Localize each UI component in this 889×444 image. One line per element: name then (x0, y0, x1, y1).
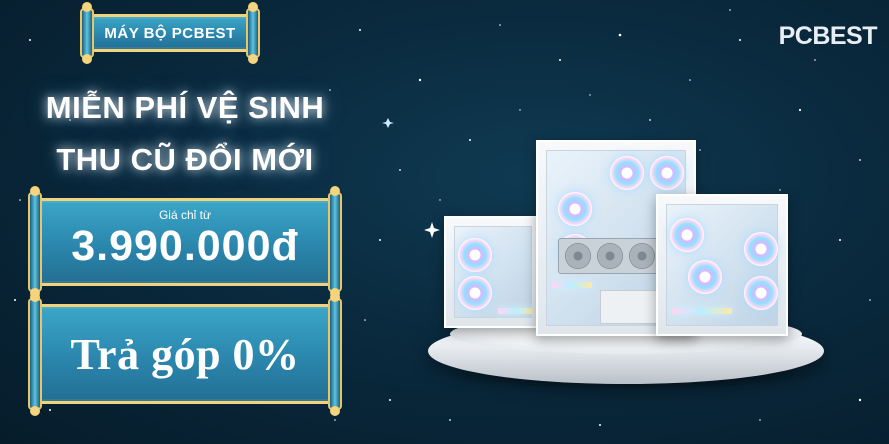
fan-icon (670, 218, 704, 252)
brand-logo: PCBEST (778, 22, 878, 50)
tag-scroll-banner: MÁY BỘ PCBEST (80, 2, 260, 64)
fan-icon (458, 238, 492, 272)
fan-icon (558, 192, 592, 226)
rgb-strip (672, 308, 732, 314)
headline-line-2: THU CŨ ĐỔI MỚI (56, 142, 314, 177)
pc-case-left (444, 216, 542, 328)
fan-icon (744, 232, 778, 266)
price-scroll-banner: Giá chỉ từ 3.990.000đ (28, 186, 342, 298)
fan-icon (650, 156, 684, 190)
price-value: 3.990.000đ (71, 222, 299, 270)
fan-icon (744, 276, 778, 310)
installment-scroll-banner: Trả góp 0% (28, 292, 342, 416)
installment-label: Trả góp 0% (70, 329, 300, 379)
fan-icon (610, 156, 644, 190)
fan-icon (458, 276, 492, 310)
headline-line-1: MIỄN PHÍ VỆ SINH (45, 90, 325, 125)
gpu-card (558, 238, 660, 274)
price-label: Giá chỉ từ (158, 208, 212, 222)
rgb-strip (552, 282, 592, 288)
fan-icon (688, 260, 722, 294)
tag-label: MÁY BỘ PCBEST (104, 24, 236, 42)
rgb-strip (498, 308, 534, 314)
pc-case-right (656, 194, 788, 336)
